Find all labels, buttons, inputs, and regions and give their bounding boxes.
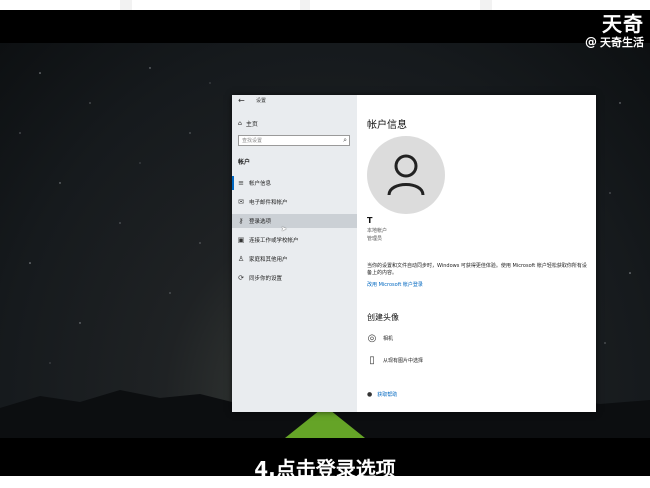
section-header: 帐户 bbox=[238, 159, 251, 166]
watermark-text: 天奇生活 bbox=[600, 36, 644, 49]
sidebar-item-label: 同步你的设置 bbox=[249, 276, 283, 282]
home-label: 主页 bbox=[245, 121, 258, 128]
help-icon: ● bbox=[367, 391, 373, 398]
option-label: 相机 bbox=[383, 336, 394, 342]
search-input[interactable]: 查找设置 ⌕ bbox=[238, 135, 350, 146]
sidebar-item-label: 家庭和其他用户 bbox=[249, 257, 288, 263]
create-avatar-heading: 创建头像 bbox=[367, 313, 399, 322]
home-nav[interactable]: ⌂ 主页 bbox=[238, 119, 258, 128]
family-icon: ♙ bbox=[237, 255, 245, 263]
key-icon: ⚷ bbox=[238, 217, 244, 225]
watermark-logo: 天奇 bbox=[602, 12, 644, 36]
home-icon: ⌂ bbox=[238, 120, 242, 127]
watermark-handle: @ 天奇生活 bbox=[585, 34, 644, 50]
search-icon: ⌕ bbox=[343, 136, 347, 144]
window-title: 设置 bbox=[256, 98, 267, 104]
camera-icon: ◎ bbox=[367, 333, 377, 344]
get-help-link[interactable]: ● 获取帮助 bbox=[367, 391, 397, 398]
browse-icon: ▯ bbox=[369, 355, 375, 366]
mouse-cursor-icon: ➤ bbox=[281, 225, 287, 233]
briefcase-icon: ▣ bbox=[237, 236, 245, 244]
sidebar-item-sign-in-options[interactable]: ⚷ 登录选项 bbox=[232, 214, 357, 228]
settings-content: 帐户信息 T 本地帐户 管理员 当你的设置和文件自动同步时，Windows 可获… bbox=[357, 95, 596, 412]
user-name: T bbox=[367, 216, 373, 225]
sidebar-item-label: 电子邮件和帐户 bbox=[249, 200, 288, 206]
sidebar-item-label: 登录选项 bbox=[249, 219, 272, 225]
user-icon bbox=[387, 154, 425, 196]
camera-option[interactable]: ◎ 相机 bbox=[367, 333, 393, 344]
back-arrow-icon[interactable]: ← bbox=[238, 96, 245, 105]
search-placeholder: 查找设置 bbox=[242, 138, 263, 144]
sidebar-item-label: 帐户信息 bbox=[249, 181, 272, 187]
sidebar-item-label: 连接工作或学校帐户 bbox=[249, 238, 299, 244]
sidebar-item-family[interactable]: ♙ 家庭和其他用户 bbox=[232, 252, 357, 266]
page-title: 帐户信息 bbox=[367, 120, 407, 131]
account-role: 管理员 bbox=[367, 236, 383, 242]
avatar bbox=[367, 136, 445, 214]
browse-option[interactable]: ▯ 从现有图片中选择 bbox=[367, 355, 423, 366]
top-bar bbox=[0, 0, 650, 10]
settings-window: ⌂ 主页 查找设置 ⌕ 帐户 ≡ 帐户信息 ✉ 电子邮件和帐户 ⚷ 登录选项 ▣ bbox=[232, 95, 596, 412]
settings-sidebar: ⌂ 主页 查找设置 ⌕ 帐户 ≡ 帐户信息 ✉ 电子邮件和帐户 ⚷ 登录选项 ▣ bbox=[232, 95, 357, 412]
video-frame: 天奇 @ 天奇生活 4.点击登录选项 ⌂ 主页 查找设置 ⌕ 帐户 ≡ 帐户信息… bbox=[0, 0, 650, 488]
account-description: 当你的设置和文件自动同步时，Windows 可获得更佳体验。使用 Microso… bbox=[367, 263, 587, 276]
help-label: 获取帮助 bbox=[377, 392, 398, 398]
at-icon: @ bbox=[585, 35, 597, 49]
sidebar-item-work-school[interactable]: ▣ 连接工作或学校帐户 bbox=[232, 233, 357, 247]
person-list-icon: ≡ bbox=[238, 179, 244, 187]
sidebar-item-sync[interactable]: ⟳ 同步你的设置 bbox=[232, 271, 357, 285]
mail-icon: ✉ bbox=[238, 198, 244, 206]
sidebar-item-email-accounts[interactable]: ✉ 电子邮件和帐户 bbox=[232, 195, 357, 209]
microsoft-signin-link[interactable]: 改用 Microsoft 帐户登录 bbox=[367, 281, 423, 288]
bottom-bar bbox=[0, 476, 650, 488]
sync-icon: ⟳ bbox=[238, 274, 244, 282]
account-type: 本地帐户 bbox=[367, 228, 388, 234]
sidebar-item-your-info[interactable]: ≡ 帐户信息 bbox=[232, 176, 357, 190]
option-label: 从现有图片中选择 bbox=[383, 358, 424, 364]
